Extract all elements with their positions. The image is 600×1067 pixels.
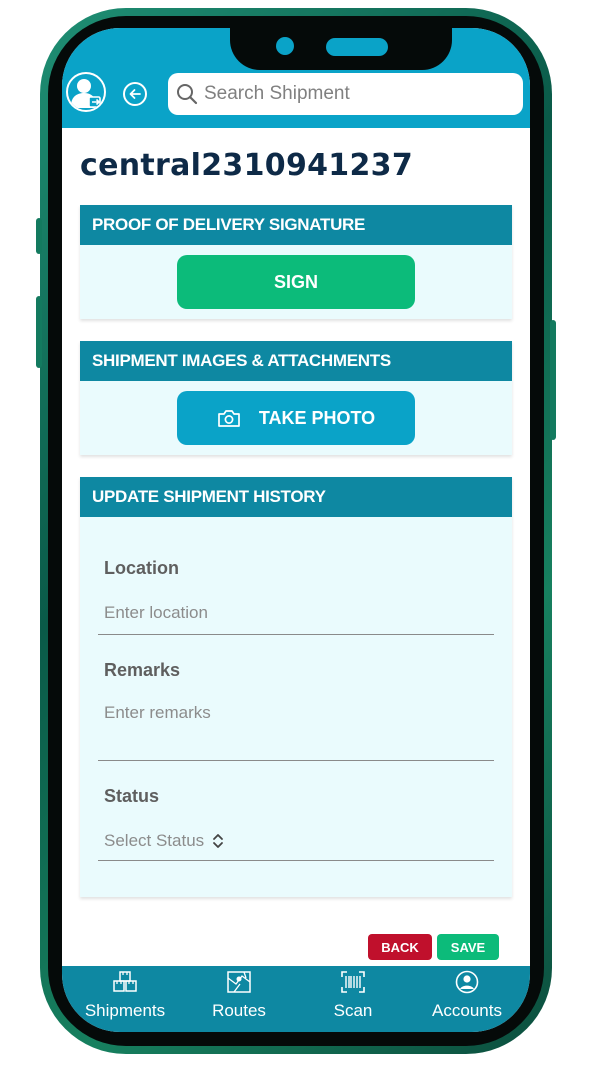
- signature-section-heading: PROOF OF DELIVERY SIGNATURE: [80, 205, 512, 245]
- map-icon: [226, 970, 252, 1001]
- nav-label: Shipments: [84, 1001, 166, 1020]
- front-camera: [276, 37, 294, 55]
- take-photo-button[interactable]: TAKE PHOTO: [177, 391, 415, 445]
- phone-volume-button: [36, 296, 42, 368]
- chevron-updown-icon: [212, 833, 224, 849]
- phone-mute-switch: [36, 218, 42, 254]
- nav-label: Accounts: [432, 1001, 502, 1020]
- nav-item-scan[interactable]: Scan: [298, 966, 408, 1032]
- nav-label: Scan: [333, 1001, 373, 1020]
- search-input[interactable]: [204, 83, 504, 105]
- location-input[interactable]: [98, 591, 494, 635]
- images-section: SHIPMENT IMAGES & ATTACHMENTS TAKE PHOTO: [80, 341, 512, 455]
- search-icon: [176, 83, 198, 105]
- status-select[interactable]: Select Status: [98, 821, 494, 861]
- phone-notch: [230, 28, 452, 70]
- phone-power-button: [550, 320, 556, 440]
- nav-item-accounts[interactable]: Accounts: [412, 966, 522, 1032]
- user-avatar-icon[interactable]: [66, 72, 106, 112]
- remarks-label: Remarks: [104, 660, 181, 680]
- boxes-icon: [112, 970, 138, 1001]
- app-screen: central2310941237 PROOF OF DELIVERY SIGN…: [62, 28, 530, 1032]
- user-circle-icon: [454, 970, 480, 1001]
- speaker-grille: [326, 38, 388, 56]
- page-title: central2310941237: [80, 148, 413, 183]
- nav-item-shipments[interactable]: Shipments: [70, 966, 180, 1032]
- status-select-value: Select Status: [104, 830, 205, 850]
- barcode-icon: [340, 970, 366, 1001]
- bottom-navigation: Shipments Routes Scan Accounts: [62, 966, 530, 1032]
- nav-label: Routes: [212, 1001, 266, 1020]
- status-label: Status: [104, 786, 160, 806]
- back-arrow-icon[interactable]: [123, 82, 147, 106]
- signature-section: PROOF OF DELIVERY SIGNATURE SIGN: [80, 205, 512, 319]
- images-section-heading: SHIPMENT IMAGES & ATTACHMENTS: [80, 341, 512, 381]
- camera-icon: [217, 408, 241, 428]
- history-section: UPDATE SHIPMENT HISTORY Location Remarks…: [80, 477, 512, 897]
- back-button[interactable]: BACK: [368, 934, 432, 960]
- sign-button[interactable]: SIGN: [177, 255, 415, 309]
- save-button[interactable]: SAVE: [437, 934, 499, 960]
- search-bar: [168, 73, 523, 115]
- take-photo-label: TAKE PHOTO: [258, 407, 376, 428]
- nav-item-routes[interactable]: Routes: [184, 966, 294, 1032]
- remarks-input[interactable]: [98, 697, 494, 761]
- location-label: Location: [104, 558, 179, 578]
- history-section-heading: UPDATE SHIPMENT HISTORY: [80, 477, 512, 517]
